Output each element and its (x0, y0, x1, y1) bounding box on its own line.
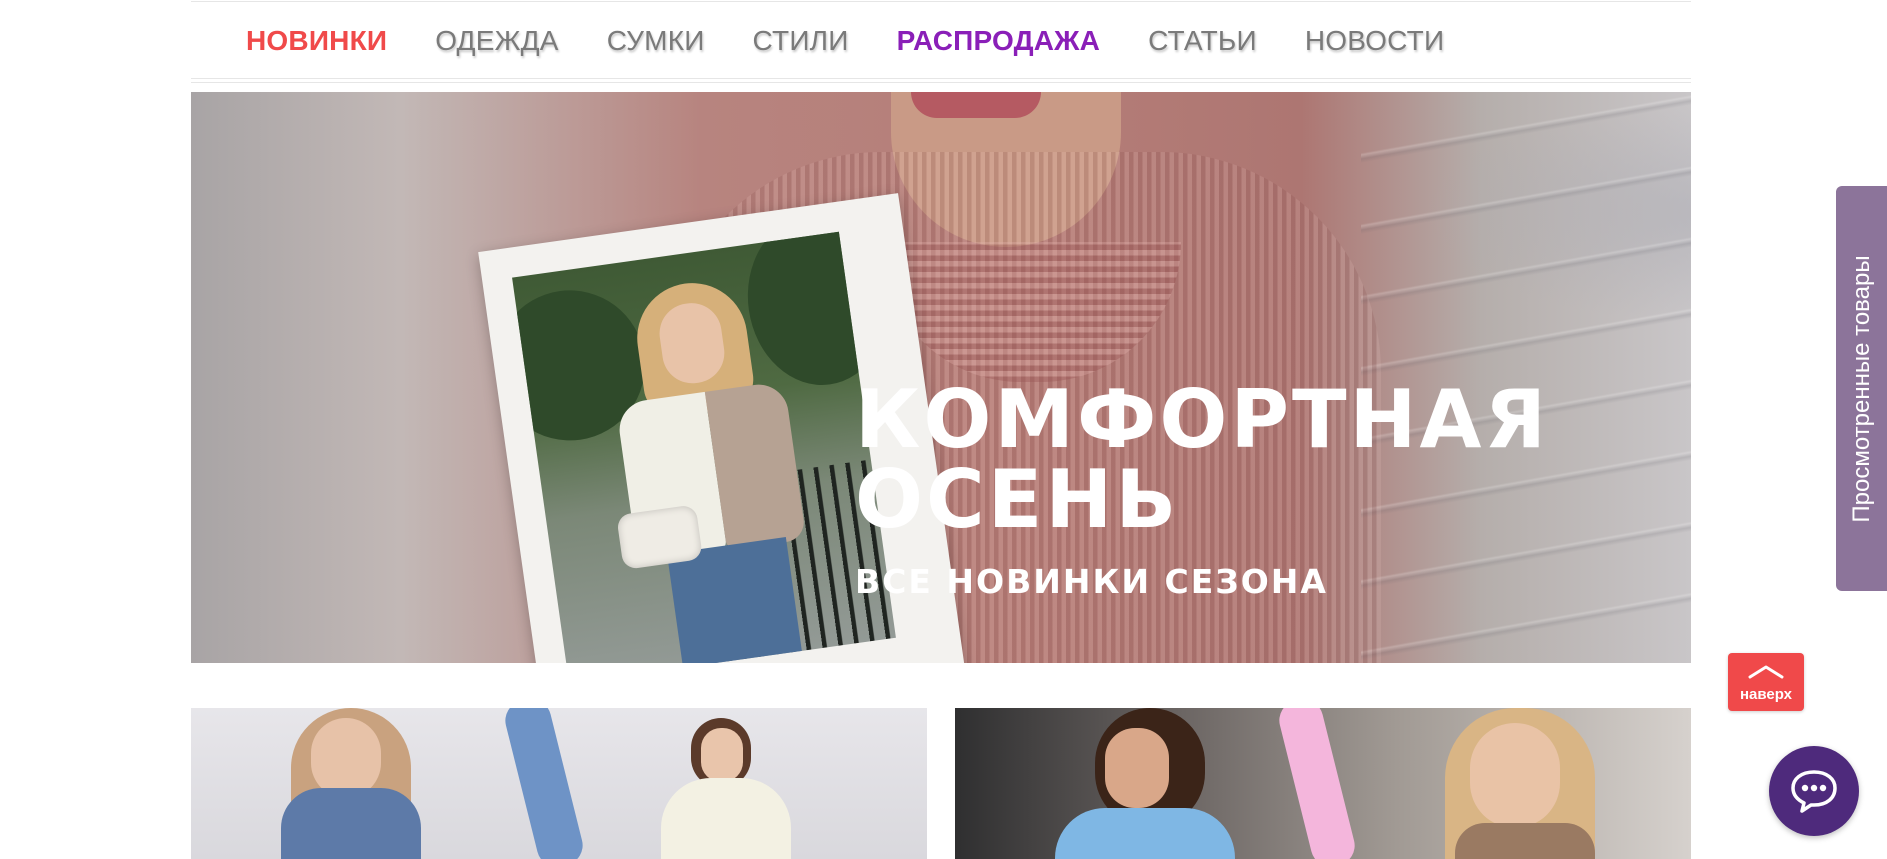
nav-item-articles[interactable]: СТАТЬИ (1148, 25, 1257, 57)
tile-model-sweater (1055, 808, 1235, 859)
tile-model2-jacket (661, 778, 791, 859)
nav-item-styles[interactable]: СТИЛИ (753, 25, 849, 57)
nav-item-news[interactable]: НОВОСТИ (1305, 25, 1444, 57)
hero-title: КОМФОРТНАЯ ОСЕНЬ (855, 380, 1549, 540)
chat-icon (1791, 770, 1837, 813)
tile-model2-face (701, 728, 743, 782)
tile-model-jacket (281, 788, 421, 859)
viewed-products-label: Просмотренные товары (1847, 254, 1875, 523)
page: НОВИНКИ ОДЕЖДА СУМКИ СТИЛИ РАСПРОДАЖА СТ… (0, 0, 1887, 859)
back-to-top-button[interactable]: наверх (1728, 653, 1804, 711)
nav-item-sale[interactable]: РАСПРОДАЖА (897, 25, 1101, 57)
tile-decor-stroke (501, 708, 587, 859)
tile-model2-scarf (1455, 823, 1595, 859)
tile-model2-face (1470, 723, 1560, 828)
back-to-top-label: наверх (1739, 686, 1793, 703)
chevron-up-icon (1748, 665, 1784, 679)
hero-banner[interactable]: КОМФОРТНАЯ ОСЕНЬ ВСЕ НОВИНКИ СЕЗОНА (191, 92, 1691, 663)
nav-item-new[interactable]: НОВИНКИ (246, 25, 387, 57)
photo-tree (737, 231, 896, 395)
nav-list: НОВИНКИ ОДЕЖДА СУМКИ СТИЛИ РАСПРОДАЖА СТ… (191, 2, 1691, 80)
tile-decor-stroke (1275, 708, 1359, 859)
nav-item-bags[interactable]: СУМКИ (607, 25, 705, 57)
hero-title-line1: КОМФОРТНАЯ (855, 373, 1550, 466)
tile-model-face (1105, 728, 1169, 808)
category-tile-right[interactable] (955, 708, 1691, 859)
viewed-products-tab[interactable]: Просмотренные товары (1836, 186, 1887, 591)
hero-subtitle: ВСЕ НОВИНКИ СЕЗОНА (855, 562, 1328, 601)
polaroid-image (512, 231, 896, 663)
tile-model-face (311, 718, 381, 798)
nav-item-clothing[interactable]: ОДЕЖДА (435, 25, 559, 57)
hero-title-line2: ОСЕНЬ (855, 453, 1180, 546)
hero-model-lips (911, 92, 1041, 118)
main-nav: НОВИНКИ ОДЕЖДА СУМКИ СТИЛИ РАСПРОДАЖА СТ… (191, 1, 1691, 83)
category-tile-left[interactable] (191, 708, 927, 859)
chat-button[interactable] (1769, 746, 1859, 836)
photo-model-bag (616, 504, 704, 570)
